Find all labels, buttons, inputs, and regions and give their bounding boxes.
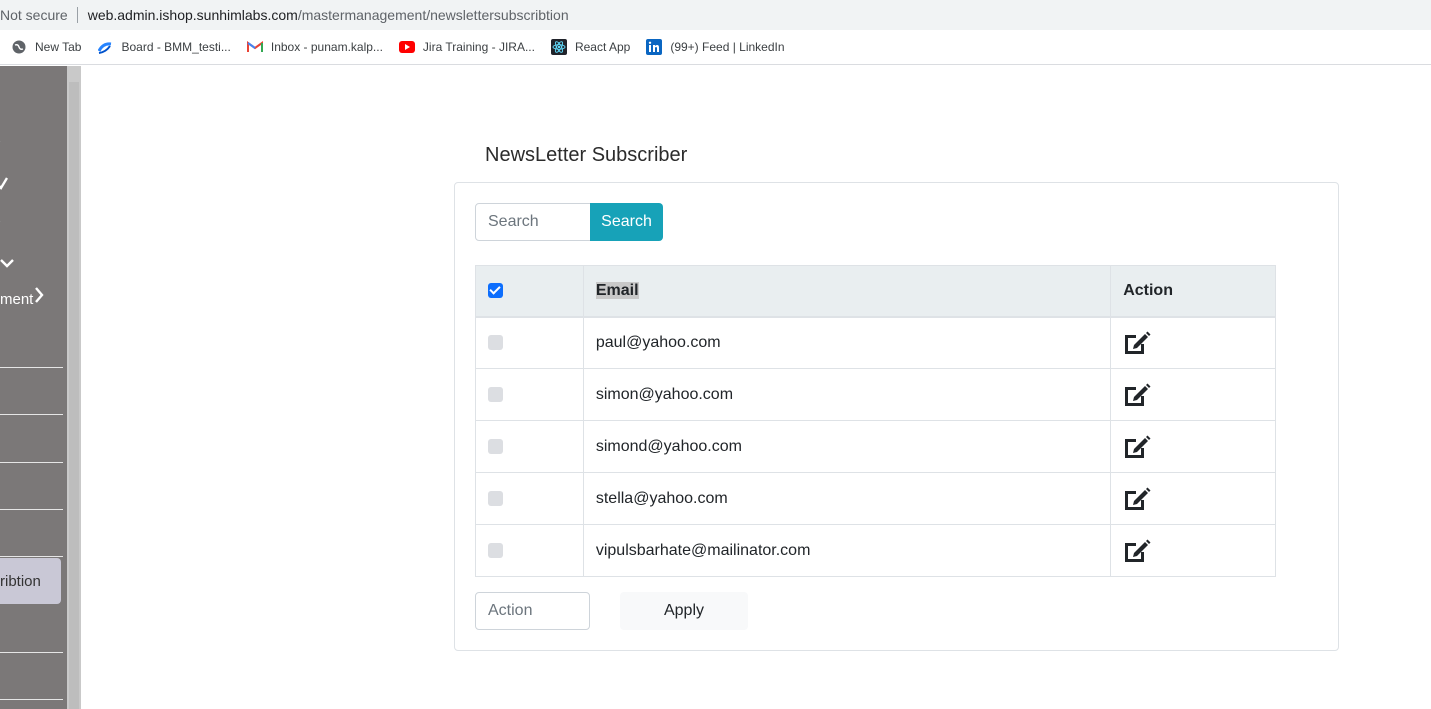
row-checkbox[interactable] xyxy=(488,490,503,506)
email-header: Email xyxy=(582,265,1112,318)
row-select-cell xyxy=(475,472,584,525)
scrollbar-thumb[interactable] xyxy=(69,82,79,709)
url-host[interactable]: web.admin.ishop.sunhimlabs.com xyxy=(88,7,298,23)
row-checkbox[interactable] xyxy=(488,335,503,351)
action-cell xyxy=(1110,420,1276,473)
table-row: vipulsbarhate@mailinator.com xyxy=(475,524,1276,577)
sidebar-divider xyxy=(0,509,63,510)
react-icon xyxy=(550,39,567,55)
globe-icon xyxy=(11,39,27,55)
edit-icon[interactable] xyxy=(1123,486,1151,512)
bookmark-board[interactable]: Board - BMM_testi... xyxy=(97,39,231,55)
sidebar-divider xyxy=(0,652,63,653)
page-title: NewsLetter Subscriber xyxy=(485,144,688,166)
linkedin-icon xyxy=(646,39,663,55)
bookmarks-bar: New Tab Board - BMM_testi... Inbox - pun… xyxy=(0,30,1431,65)
row-select-cell xyxy=(475,524,584,577)
sidebar-divider xyxy=(0,367,63,368)
bookmark-label: Inbox - punam.kalp... xyxy=(270,40,383,54)
row-select-cell xyxy=(475,316,584,369)
edit-icon[interactable] xyxy=(1123,330,1151,356)
bookmark-label: (99+) Feed | LinkedIn xyxy=(670,40,785,54)
table-row: simon@yahoo.com xyxy=(475,368,1276,421)
bookmark-label: Jira Training - JIRA... xyxy=(422,40,535,54)
sidebar-divider xyxy=(0,414,63,415)
sidebar: - - ment ribtion xyxy=(0,66,67,709)
select-all-checkbox[interactable] xyxy=(488,283,503,299)
security-label[interactable]: Not secure xyxy=(0,7,68,23)
bookmark-jira-training[interactable]: Jira Training - JIRA... xyxy=(398,39,535,55)
edit-icon[interactable] xyxy=(1123,434,1151,460)
bookmark-inbox[interactable]: Inbox - punam.kalp... xyxy=(246,39,383,55)
chevron-right-icon[interactable] xyxy=(34,287,44,308)
email-cell: stella@yahoo.com xyxy=(582,472,1112,525)
check-icon xyxy=(0,174,9,195)
edit-icon[interactable] xyxy=(1123,382,1151,408)
action-cell xyxy=(1110,368,1276,421)
email-cell: simon@yahoo.com xyxy=(582,368,1112,421)
bookmark-react-app[interactable]: React App xyxy=(550,39,631,55)
sidebar-partial-mark: - xyxy=(0,132,1,148)
sidebar-divider xyxy=(0,699,63,700)
search-button[interactable]: Search xyxy=(590,203,663,241)
select-all-cell xyxy=(475,265,584,318)
gmail-icon xyxy=(246,39,263,55)
address-bar[interactable]: Not secure web.admin.ishop.sunhimlabs.co… xyxy=(0,0,1431,30)
sidebar-partial-mark: - xyxy=(0,212,1,228)
bookmark-linkedin[interactable]: (99+) Feed | LinkedIn xyxy=(646,39,785,55)
subscriber-table: Email Action paul@yahoo.com simon@yahoo.… xyxy=(475,265,1276,577)
bookmark-label: New Tab xyxy=(35,40,82,54)
action-cell xyxy=(1110,524,1276,577)
sidebar-item-management[interactable]: ment xyxy=(0,291,33,308)
table-row: paul@yahoo.com xyxy=(475,316,1276,369)
url-path[interactable]: /mastermanagement/newslettersubscribtion xyxy=(298,7,569,23)
row-select-cell xyxy=(475,420,584,473)
sidebar-divider xyxy=(0,556,63,557)
address-separator xyxy=(76,7,78,23)
email-cell: simond@yahoo.com xyxy=(582,420,1112,473)
sidebar-item-label: ribtion xyxy=(0,572,41,590)
bulk-action-input[interactable] xyxy=(475,592,590,630)
bookmark-label: Board - BMM_testi... xyxy=(121,40,231,54)
search-input[interactable] xyxy=(475,203,592,241)
row-checkbox[interactable] xyxy=(488,542,503,558)
sidebar-divider xyxy=(0,462,63,463)
bookmark-label: React App xyxy=(574,40,631,54)
edit-icon[interactable] xyxy=(1123,538,1151,564)
action-cell xyxy=(1110,316,1276,369)
action-cell xyxy=(1110,472,1276,525)
table-row: simond@yahoo.com xyxy=(475,420,1276,473)
bookmark-new-tab[interactable]: New Tab xyxy=(11,39,81,55)
table-header-row: Email Action xyxy=(475,265,1276,318)
email-cell: vipulsbarhate@mailinator.com xyxy=(582,524,1112,577)
row-checkbox[interactable] xyxy=(488,386,503,402)
youtube-icon xyxy=(398,39,415,55)
chevron-down-icon[interactable] xyxy=(0,252,14,273)
sidebar-scrollbar[interactable] xyxy=(67,66,81,709)
email-cell: paul@yahoo.com xyxy=(582,316,1112,369)
row-select-cell xyxy=(475,368,584,421)
row-checkbox[interactable] xyxy=(488,438,503,454)
table-row: stella@yahoo.com xyxy=(475,472,1276,525)
apply-button[interactable]: Apply xyxy=(620,592,748,630)
confluence-icon xyxy=(97,39,113,55)
action-header: Action xyxy=(1110,265,1276,318)
sidebar-item-newsletter-subscription[interactable]: ribtion xyxy=(0,558,61,604)
